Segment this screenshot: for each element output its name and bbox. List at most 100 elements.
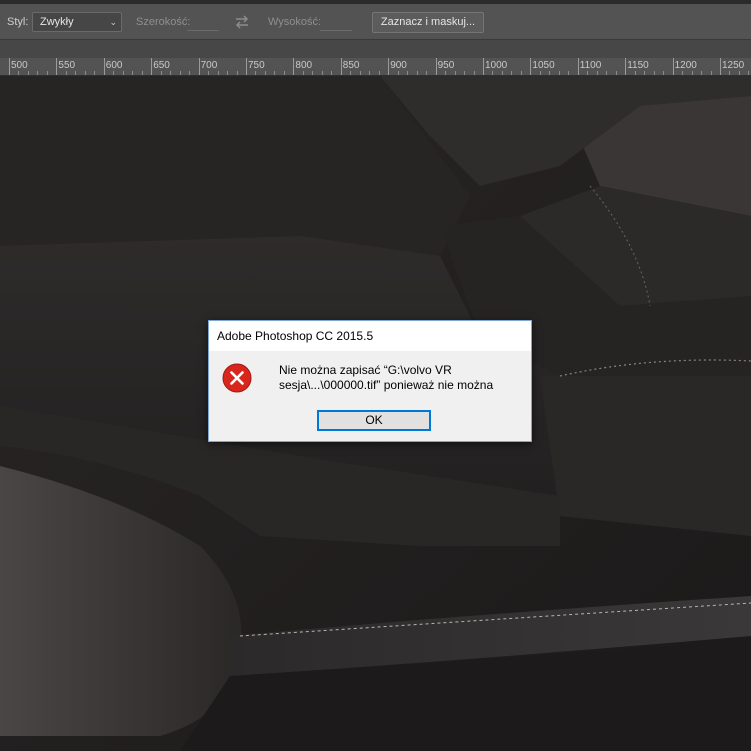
ruler-minor-tick <box>170 71 172 75</box>
ruler-minor-tick <box>350 71 352 75</box>
ruler-major-tick <box>625 58 627 75</box>
dialog-title: Adobe Photoshop CC 2015.5 <box>217 329 374 343</box>
ruler-minor-tick <box>189 71 191 75</box>
ruler-minor-tick <box>710 71 712 75</box>
ruler-major-tick <box>720 58 721 75</box>
ruler-minor-tick <box>539 71 541 75</box>
ruler-minor-tick <box>473 71 475 75</box>
ruler-minor-tick <box>113 71 115 75</box>
ruler-minor-tick <box>511 71 513 75</box>
ruler-minor-tick <box>558 71 560 75</box>
ruler-minor-tick <box>141 71 143 75</box>
ruler-minor-tick <box>729 71 731 75</box>
ruler-minor-tick <box>701 71 703 75</box>
ruler-tick-label: 850 <box>342 60 360 71</box>
ruler-minor-tick <box>738 71 740 75</box>
ruler-minor-tick <box>501 71 503 75</box>
ruler-minor-tick <box>179 71 181 75</box>
ok-button[interactable]: OK <box>317 410 431 431</box>
error-icon <box>222 363 252 393</box>
ruler-minor-tick <box>255 71 257 75</box>
style-select[interactable]: Zwykły ⌄ <box>32 12 122 32</box>
ruler-minor-tick <box>37 71 39 75</box>
style-label: Styl: <box>7 16 29 28</box>
ruler-minor-tick <box>84 71 86 75</box>
dialog-message-line-1: Nie można zapisać “G:\volvo VR <box>279 363 452 377</box>
ruler-minor-tick <box>653 71 655 75</box>
ruler-minor-tick <box>18 71 20 75</box>
dialog-titlebar[interactable]: Adobe Photoshop CC 2015.5 <box>209 321 531 351</box>
ruler-major-tick <box>388 58 390 75</box>
height-input[interactable] <box>320 14 352 31</box>
error-dialog: Adobe Photoshop CC 2015.5 Nie można zapi… <box>208 320 532 442</box>
ruler-minor-tick <box>549 71 551 75</box>
ruler-minor-tick <box>587 71 589 75</box>
ruler-minor-tick <box>596 71 598 75</box>
ruler-minor-tick <box>520 71 522 75</box>
document-tab-area <box>0 40 751 58</box>
ruler-minor-tick <box>464 71 466 75</box>
ruler-major-tick <box>483 58 484 75</box>
dialog-message: Nie można zapisać “G:\volvo VR sesja\...… <box>279 363 519 393</box>
ruler-major-tick <box>577 58 579 75</box>
ruler-minor-tick <box>748 71 750 75</box>
ruler-major-tick <box>103 58 105 75</box>
ruler-minor-tick <box>397 71 399 75</box>
ruler-tick-label: 1150 <box>627 60 649 71</box>
ruler-major-tick <box>530 58 532 75</box>
ruler-minor-tick <box>264 71 266 75</box>
ruler-minor-tick <box>236 71 238 75</box>
ruler-tick-label: 650 <box>153 60 170 71</box>
ruler-major-tick <box>435 58 437 75</box>
ruler-minor-tick <box>492 71 494 75</box>
dialog-message-line-2: sesja\...\000000.tif” ponieważ nie można <box>279 378 494 392</box>
ruler-major-tick <box>56 58 58 75</box>
chevron-down-icon: ⌄ <box>109 17 117 27</box>
ruler-tick-label: 1050 <box>532 60 555 71</box>
ruler-minor-tick <box>65 71 67 75</box>
ruler-minor-tick <box>682 71 684 75</box>
ruler-minor-tick <box>644 71 646 75</box>
ruler-tick-label: 800 <box>295 60 313 71</box>
ruler-tick-label: 900 <box>390 60 407 71</box>
ruler-minor-tick <box>75 71 77 75</box>
ruler-minor-tick <box>416 71 418 75</box>
ruler-tick-label: 1250 <box>722 60 745 71</box>
swap-dimensions-icon[interactable] <box>233 14 251 30</box>
width-input[interactable] <box>187 14 219 31</box>
photoshop-window: Styl: Zwykły ⌄ Szerokość: Wysokość: Zazn… <box>0 0 751 751</box>
ruler-minor-tick <box>46 71 48 75</box>
ruler-minor-tick <box>606 71 608 75</box>
ruler-minor-tick <box>568 71 570 75</box>
ruler-minor-tick <box>663 71 665 75</box>
ruler-minor-tick <box>615 71 617 75</box>
ruler-minor-tick <box>321 71 323 75</box>
style-select-value: Zwykły <box>40 16 74 28</box>
ruler-tick-label: 750 <box>248 60 265 71</box>
ruler-minor-tick <box>160 71 162 75</box>
ruler-minor-tick <box>426 71 428 75</box>
ruler-major-tick <box>672 58 674 75</box>
ruler-minor-tick <box>454 71 456 75</box>
ruler-major-tick <box>340 58 342 75</box>
ruler-minor-tick <box>407 71 409 75</box>
horizontal-ruler[interactable]: 500 550 600 650 700 750 800 850 900 950 1000 1050 11… <box>0 58 751 76</box>
ruler-tick-label: 700 <box>200 60 218 71</box>
ruler-minor-tick <box>634 71 636 75</box>
ruler-minor-tick <box>378 71 380 75</box>
ruler-minor-tick <box>27 71 29 75</box>
ruler-tick-label: 1100 <box>579 60 602 71</box>
ruler-minor-tick <box>283 71 285 75</box>
ruler-tick-label: 950 <box>437 60 455 71</box>
ruler-minor-tick <box>227 71 229 75</box>
ruler-tick-label: 500 <box>11 60 28 71</box>
ruler-minor-tick <box>445 71 447 75</box>
ruler-minor-tick <box>302 71 304 75</box>
ruler-minor-tick <box>94 71 96 75</box>
select-and-mask-button[interactable]: Zaznacz i maskuj... <box>372 12 484 33</box>
width-label: Szerokość: <box>136 16 191 28</box>
ruler-minor-tick <box>274 71 276 75</box>
ruler-minor-tick <box>217 71 219 75</box>
ruler-minor-tick <box>369 71 371 75</box>
ruler-minor-tick <box>331 71 333 75</box>
